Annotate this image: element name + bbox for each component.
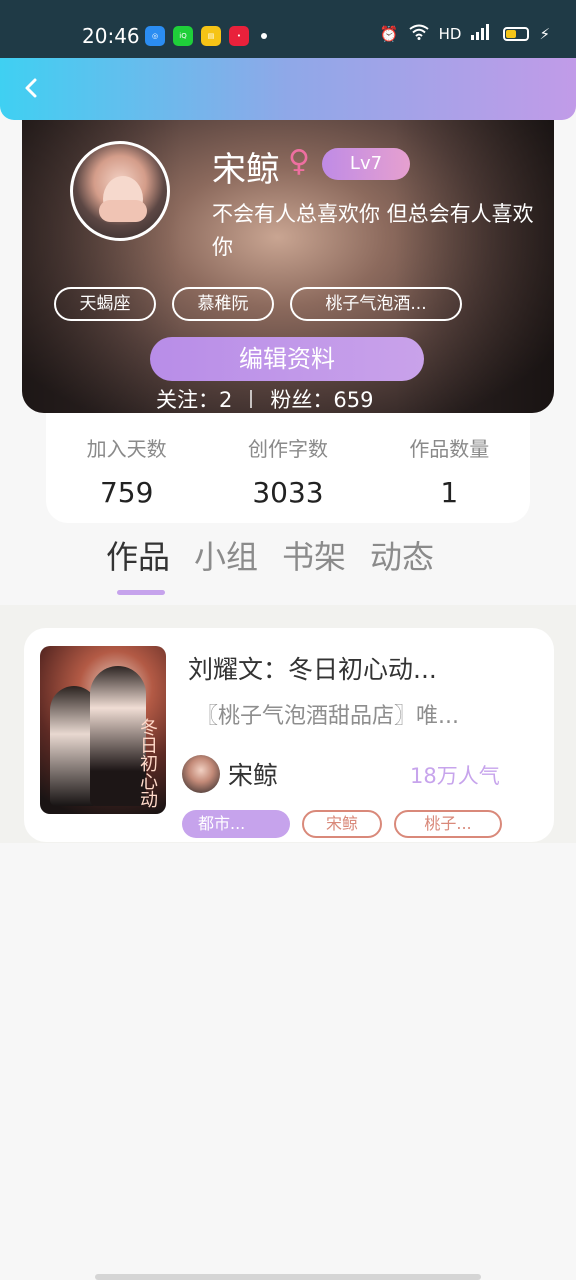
avatar[interactable] [70, 141, 170, 241]
fans-label: 粉丝： [270, 388, 334, 412]
work-card[interactable]: 冬日初心动 刘耀文：冬日初心动... 〖桃子气泡酒甜品店〗唯... 宋鲸 18万… [24, 628, 554, 842]
header-bar [0, 58, 576, 120]
profile-tabs: 作品 小组 书架 动态 [106, 532, 434, 595]
stat-label: 创作字数 [247, 437, 328, 461]
stat-word-count: 创作字数 3033 [207, 413, 368, 523]
back-button[interactable] [18, 74, 46, 102]
stats-card: 加入天数 759 创作字数 3033 作品数量 1 [46, 413, 530, 523]
author-name: 宋鲸 [228, 761, 279, 790]
iqiyi-icon: iQ [173, 26, 193, 46]
red-app-icon: • [229, 26, 249, 46]
profile-tag[interactable]: 桃子气泡酒... [290, 287, 462, 321]
work-description: 〖桃子气泡酒甜品店〗唯... [196, 704, 459, 729]
status-time: 20:46 [82, 24, 140, 48]
profile-tag[interactable]: 慕稚阮 [172, 287, 274, 321]
profile-tag[interactable]: 天蝎座 [54, 287, 156, 321]
stat-label: 作品数量 [409, 437, 490, 461]
more-notifications-dot [261, 33, 267, 39]
work-cover[interactable]: 冬日初心动 [40, 646, 166, 814]
network-type: HD [438, 25, 462, 43]
notes-icon: ▤ [201, 26, 221, 46]
following-label: 关注： [156, 388, 219, 412]
cover-title: 冬日初心动 [137, 718, 158, 808]
tab-bookshelf[interactable]: 书架 [282, 532, 346, 578]
stat-join-days: 加入天数 759 [46, 413, 207, 523]
stat-label: 加入天数 [86, 437, 167, 461]
stat-value: 759 [99, 476, 154, 509]
female-icon: ♀ [288, 144, 310, 179]
level-badge: Lv7 [322, 148, 410, 180]
edit-profile-button[interactable]: 编辑资料 [150, 337, 424, 381]
following-count: 2 [219, 388, 233, 412]
work-tag[interactable]: 桃子... [394, 810, 502, 838]
status-indicators: ⏰ HD ⚡ [380, 24, 550, 44]
divider [250, 390, 253, 408]
fans[interactable]: 粉丝：659 [270, 384, 373, 413]
user-bio: 不会有人总喜欢你 但总会有人喜欢你 [212, 202, 534, 259]
work-tag[interactable]: 宋鲸 [302, 810, 382, 838]
chevron-left-icon [25, 78, 37, 98]
profile-tags: 天蝎座 慕稚阮 桃子气泡酒... [54, 287, 462, 321]
popularity-count: 18万人气 [410, 764, 500, 788]
author-avatar [182, 755, 220, 793]
stat-value: 3033 [252, 476, 324, 509]
works-list: 冬日初心动 刘耀文：冬日初心动... 〖桃子气泡酒甜品店〗唯... 宋鲸 18万… [0, 605, 576, 843]
tab-activity[interactable]: 动态 [370, 532, 434, 578]
wifi-icon [408, 24, 429, 44]
following[interactable]: 关注：2 [156, 384, 232, 413]
alarm-icon: ⏰ [379, 25, 399, 43]
work-title[interactable]: 刘耀文：冬日初心动... [188, 650, 437, 686]
status-app-icons: ◎ iQ ▤ • [145, 26, 267, 46]
status-bar: 20:46 ◎ iQ ▤ • ⏰ HD ⚡ [0, 0, 576, 60]
tab-indicator [117, 590, 165, 595]
user-name: 宋鲸 [212, 150, 280, 190]
charging-icon: ⚡ [539, 25, 550, 43]
tab-groups[interactable]: 小组 [194, 532, 258, 578]
stat-work-count: 作品数量 1 [369, 413, 530, 523]
fans-count: 659 [333, 388, 374, 412]
app-blue-icon: ◎ [145, 26, 165, 46]
work-tag[interactable]: 都市... [182, 810, 290, 838]
home-indicator[interactable] [95, 1274, 481, 1280]
stat-value: 1 [440, 476, 459, 509]
tab-works[interactable]: 作品 [106, 532, 170, 578]
follow-stats: 关注：2 粉丝：659 [156, 384, 373, 413]
signal-icon [471, 24, 493, 44]
battery-icon [503, 27, 530, 41]
profile-card: 宋鲸 ♀ Lv7 不会有人总喜欢你 但总会有人喜欢你 天蝎座 慕稚阮 桃子气泡酒… [22, 120, 554, 413]
work-tags: 都市... 宋鲸 桃子... [182, 810, 502, 838]
